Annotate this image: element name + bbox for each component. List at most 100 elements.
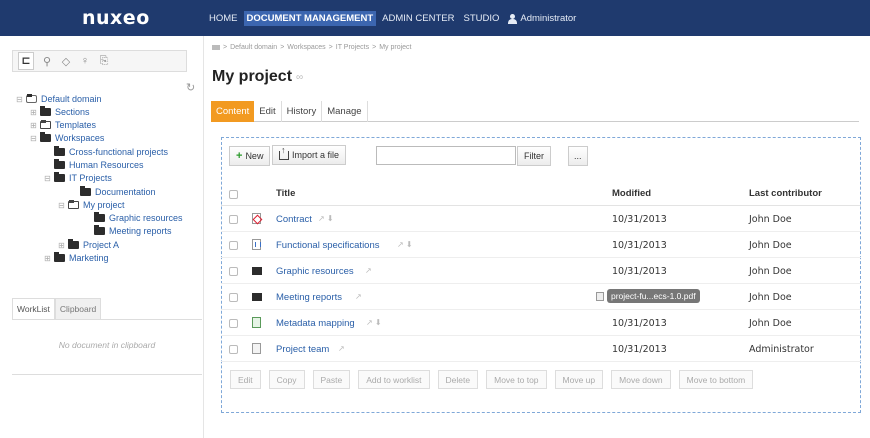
- row-modified: 10/31/2013: [612, 344, 667, 355]
- tab-content[interactable]: Content: [211, 101, 255, 122]
- permalink-icon[interactable]: ∞: [296, 72, 303, 83]
- tree-node-templates[interactable]: ⊞ Templates: [30, 119, 96, 131]
- paste-button[interactable]: Paste: [312, 370, 351, 389]
- table-header: Title Modified Last contributor: [221, 180, 861, 206]
- folder-icon: [40, 132, 51, 142]
- move-to-top-button[interactable]: Move to top: [486, 370, 547, 389]
- tree-node-human-resources[interactable]: Human Resources: [44, 159, 144, 171]
- move-up-button[interactable]: Move up: [554, 370, 604, 389]
- upload-icon: [279, 145, 289, 160]
- nav-studio[interactable]: STUDIO: [460, 11, 502, 26]
- folder-icon: [40, 106, 51, 116]
- row-title-link[interactable]: Meeting reports: [276, 292, 342, 303]
- nav-admin-center[interactable]: ADMIN CENTER: [379, 11, 457, 26]
- add-to-worklist-button[interactable]: Add to worklist: [358, 370, 430, 389]
- row-action-icons[interactable]: ↗: [365, 266, 372, 275]
- row-action-icons[interactable]: ↗ ⬇: [318, 214, 334, 223]
- row-contributor: John Doe: [749, 240, 792, 251]
- folder-icon: [252, 267, 262, 275]
- tab-worklist[interactable]: WorkList: [12, 298, 55, 319]
- tree-node-documentation[interactable]: Documentation: [70, 186, 156, 198]
- user-icon: [508, 13, 518, 24]
- row-title-link[interactable]: Metadata mapping: [276, 318, 355, 329]
- folder-icon: [54, 146, 65, 156]
- select-all-checkbox[interactable]: [229, 190, 238, 199]
- table-row[interactable]: Contract ↗ ⬇ 10/31/2013 John Doe: [221, 206, 861, 232]
- move-to-bottom-button[interactable]: Move to bottom: [678, 370, 754, 389]
- row-checkbox[interactable]: [229, 293, 238, 302]
- tag-icon[interactable]: ◇: [60, 55, 72, 68]
- tree-node-project-a[interactable]: ⊞ Project A: [58, 239, 119, 251]
- table-row[interactable]: Project team ↗ 10/31/2013 Administrator: [221, 336, 861, 362]
- tree-node-marketing[interactable]: ⊞ Marketing: [44, 252, 109, 264]
- word-file-icon: [252, 239, 261, 250]
- table-row[interactable]: Graphic resources ↗ 10/31/2013 John Doe: [221, 258, 861, 284]
- more-options-button[interactable]: ...: [568, 146, 588, 166]
- tree-node-my-project[interactable]: ⊟ My project: [58, 199, 125, 211]
- tree-node-workspaces[interactable]: ⊟ Workspaces: [30, 132, 104, 144]
- row-title-link[interactable]: Functional specifications: [276, 240, 380, 251]
- column-modified[interactable]: Modified: [612, 188, 651, 199]
- column-title[interactable]: Title: [276, 188, 295, 199]
- tree-node-default-domain[interactable]: ⊟ Default domain: [16, 93, 102, 105]
- tree-node-cross-functional-projects[interactable]: Cross-functional projects: [44, 146, 168, 158]
- breadcrumb-item[interactable]: Default domain: [230, 44, 277, 51]
- row-title-link[interactable]: Graphic resources: [276, 266, 354, 277]
- column-last-contributor[interactable]: Last contributor: [749, 188, 822, 199]
- tree-node-graphic-resources[interactable]: Graphic resources: [84, 212, 183, 224]
- folder-icon: [68, 200, 79, 209]
- tab-manage[interactable]: Manage: [322, 101, 368, 122]
- row-action-icons[interactable]: ↗: [338, 344, 345, 353]
- row-contributor: John Doe: [749, 292, 792, 303]
- tree-node-meeting-reports[interactable]: Meeting reports: [84, 225, 172, 237]
- user-name: Administrator: [520, 13, 577, 24]
- folder-icon: [54, 252, 65, 262]
- refresh-icon[interactable]: ↻: [186, 81, 195, 94]
- row-contributor: John Doe: [749, 266, 792, 277]
- delete-button[interactable]: Delete: [437, 370, 479, 389]
- pin-icon[interactable]: ♀: [79, 55, 91, 67]
- tree-icon[interactable]: ⊏: [18, 52, 34, 70]
- row-checkbox[interactable]: [229, 215, 238, 224]
- tab-edit[interactable]: Edit: [254, 101, 282, 122]
- row-action-icons[interactable]: ↗ ⬇: [397, 240, 413, 249]
- search-icon[interactable]: ⚲: [41, 55, 53, 68]
- row-checkbox[interactable]: [229, 267, 238, 276]
- breadcrumb-item[interactable]: IT Projects: [336, 44, 369, 51]
- filter-input[interactable]: [376, 146, 516, 165]
- edit-button[interactable]: Edit: [230, 370, 261, 389]
- home-icon[interactable]: [212, 45, 220, 50]
- row-action-icons[interactable]: ↗ ⬇: [366, 318, 382, 327]
- row-title-link[interactable]: Contract: [276, 214, 312, 225]
- copy-button[interactable]: Copy: [268, 370, 305, 389]
- move-down-button[interactable]: Move down: [611, 370, 671, 389]
- brand-logo[interactable]: nuxeo: [82, 7, 150, 29]
- dragged-file[interactable]: project-fu...ecs-1.0.pdf: [596, 289, 700, 303]
- import-file-button[interactable]: Import a file: [272, 145, 347, 165]
- row-action-icons[interactable]: ↗: [355, 292, 362, 301]
- folder-icon: [80, 186, 91, 196]
- clipboard-icon[interactable]: ⎘: [98, 55, 110, 68]
- new-button[interactable]: + New: [229, 146, 271, 166]
- row-checkbox[interactable]: [229, 345, 238, 354]
- breadcrumb-item[interactable]: Workspaces: [287, 44, 325, 51]
- tree-node-sections[interactable]: ⊞ Sections: [30, 106, 90, 118]
- dragged-file-name: project-fu...ecs-1.0.pdf: [607, 289, 700, 303]
- user-menu[interactable]: Administrator: [505, 11, 579, 26]
- folder-icon: [252, 293, 262, 301]
- top-navigation: HOME DOCUMENT MANAGEMENT ADMIN CENTER ST…: [206, 11, 582, 26]
- table-row[interactable]: Functional specifications ↗ ⬇ 10/31/2013…: [221, 232, 861, 258]
- row-title-link[interactable]: Project team: [276, 344, 329, 355]
- tree-node-it-projects[interactable]: ⊟ IT Projects: [44, 172, 112, 184]
- row-checkbox[interactable]: [229, 319, 238, 328]
- table-row[interactable]: Metadata mapping ↗ ⬇ 10/31/2013 John Doe: [221, 310, 861, 336]
- row-contributor: John Doe: [749, 214, 792, 225]
- nav-home[interactable]: HOME: [206, 11, 241, 26]
- row-modified: 10/31/2013: [612, 214, 667, 225]
- nav-document-management[interactable]: DOCUMENT MANAGEMENT: [243, 11, 377, 26]
- tab-clipboard[interactable]: Clipboard: [54, 298, 102, 319]
- filter-button[interactable]: Filter: [517, 146, 551, 166]
- tab-history[interactable]: History: [282, 101, 323, 122]
- row-checkbox[interactable]: [229, 241, 238, 250]
- table-row[interactable]: Meeting reports ↗ John Doe: [221, 284, 861, 310]
